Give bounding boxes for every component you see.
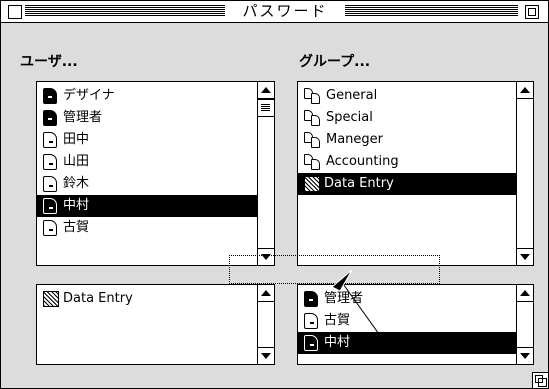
list-item-label: 山田 <box>63 154 90 169</box>
group-members-scroll-down-button[interactable] <box>517 347 533 364</box>
title-stripes-right <box>345 5 518 17</box>
list-item[interactable]: Accounting <box>298 151 516 173</box>
users-scroll-thumb[interactable] <box>258 99 274 117</box>
list-item-label: 中村 <box>63 198 90 213</box>
group-icon <box>304 154 322 170</box>
list-item[interactable]: 鈴木 <box>37 173 257 195</box>
arrow-up-icon <box>261 87 271 93</box>
title-stripes-left <box>25 5 225 17</box>
list-item-label: Special <box>326 110 373 125</box>
list-item[interactable]: 山田 <box>37 151 257 173</box>
users-scroll-up-button[interactable] <box>258 82 274 99</box>
list-item[interactable]: Maneger <box>298 129 516 151</box>
arrow-down-icon <box>520 254 530 260</box>
list-item[interactable]: 田中 <box>37 129 257 151</box>
list-item-label: Maneger <box>326 132 384 147</box>
users-scrollbar[interactable] <box>257 82 274 265</box>
user-icon <box>43 220 57 236</box>
group-pattern-icon <box>43 291 59 307</box>
user-icon <box>43 88 57 104</box>
group-members-list[interactable]: 管理者 古賀 中村 <box>297 284 534 365</box>
list-item-label: General <box>326 88 378 103</box>
list-item-label: デザイナ <box>63 88 115 103</box>
user-icon <box>304 291 318 307</box>
group-icon <box>304 132 322 148</box>
resize-grow-box[interactable] <box>532 372 548 388</box>
user-groups-scroll-up-button[interactable] <box>258 285 274 302</box>
window-title: パスワード <box>225 1 345 22</box>
user-icon <box>43 132 57 148</box>
list-item-label: 管理者 <box>63 110 103 125</box>
groups-list[interactable]: General Special Maneger Accounting Data Entr… <box>297 81 534 266</box>
list-item[interactable]: 管理者 <box>298 288 516 310</box>
user-icon <box>43 154 57 170</box>
arrow-up-icon <box>520 290 530 296</box>
groups-scrollbar[interactable] <box>516 82 533 265</box>
list-item[interactable]: 中村 <box>37 195 257 217</box>
arrow-up-icon <box>520 87 530 93</box>
list-item[interactable]: Special <box>298 107 516 129</box>
user-groups-scroll-down-button[interactable] <box>258 347 274 364</box>
list-item[interactable]: 古賀 <box>37 217 257 239</box>
user-icon <box>304 335 318 351</box>
groups-section-label[interactable]: グループ... <box>299 51 370 71</box>
list-item[interactable]: Data Entry <box>37 288 257 310</box>
user-icon <box>43 198 57 214</box>
title-bar[interactable]: パスワード <box>1 1 548 23</box>
groups-scroll-down-button[interactable] <box>517 248 533 265</box>
list-item-label: 鈴木 <box>63 176 90 191</box>
groups-scroll-up-button[interactable] <box>517 82 533 99</box>
arrow-up-icon <box>261 290 271 296</box>
group-members-scroll-up-button[interactable] <box>517 285 533 302</box>
list-item[interactable]: General <box>298 85 516 107</box>
arrow-down-icon <box>261 353 271 359</box>
users-section-label[interactable]: ユーザ... <box>20 51 78 71</box>
arrow-down-icon <box>520 353 530 359</box>
list-item[interactable]: デザイナ <box>37 85 257 107</box>
user-icon <box>43 176 57 192</box>
list-item-label: 田中 <box>63 132 90 147</box>
user-icon <box>43 110 57 126</box>
list-item[interactable]: Data Entry <box>298 173 516 195</box>
close-box[interactable] <box>8 5 22 19</box>
group-members-scrollbar[interactable] <box>516 285 533 364</box>
drag-outline <box>229 255 440 284</box>
group-icon <box>304 110 322 126</box>
list-item[interactable]: 古賀 <box>298 310 516 332</box>
password-window: パスワード ユーザ... グループ... デザイナ 管理者 田中 山田 鈴木 中村 古賀 G… <box>0 0 549 389</box>
list-item[interactable]: 中村 <box>298 332 516 354</box>
users-list[interactable]: デザイナ管理者田中山田鈴木中村古賀 <box>36 81 275 266</box>
grow-box-square-large <box>538 378 547 387</box>
list-item-label: 古賀 <box>63 220 90 235</box>
list-item-label: Accounting <box>326 154 399 169</box>
list-item-label: 管理者 <box>324 291 364 306</box>
user-groups-scrollbar[interactable] <box>257 285 274 364</box>
zoom-box[interactable] <box>525 5 539 19</box>
list-item-label: 中村 <box>324 335 351 350</box>
user-groups-list[interactable]: Data Entry <box>36 284 275 365</box>
list-item-label: 古賀 <box>324 313 351 328</box>
group-pattern-icon <box>304 176 320 192</box>
user-icon <box>304 313 318 329</box>
list-item[interactable]: 管理者 <box>37 107 257 129</box>
list-item-label: Data Entry <box>63 291 133 306</box>
list-item-label: Data Entry <box>324 176 394 191</box>
group-icon <box>304 88 322 104</box>
